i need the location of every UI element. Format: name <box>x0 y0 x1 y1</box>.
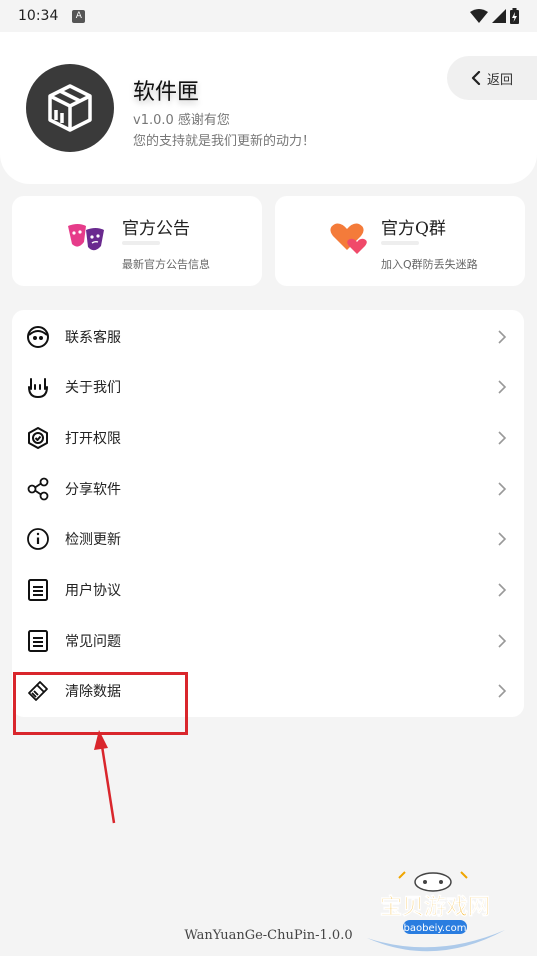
menu-item-label: 检测更新 <box>65 532 121 548</box>
box-icon <box>48 84 92 132</box>
chevron-right-icon <box>498 482 507 496</box>
menu-item-label: 分享软件 <box>65 482 121 498</box>
menu-item-user-agreement[interactable]: 用户协议 <box>12 565 524 615</box>
announcement-subtitle: 最新官方公告信息 <box>122 258 210 271</box>
status-bar: 10:34 A <box>0 0 537 32</box>
app-name: 软件匣 <box>133 80 200 105</box>
signal-icon <box>492 9 506 23</box>
menu-item-share-app[interactable]: 分享软件 <box>12 464 524 514</box>
hearts-icon <box>330 223 367 254</box>
notification-icon: A <box>72 9 86 23</box>
profile-header: 软件匣 v1.0.0 感谢有您 您的支持就是我们更新的动力！ 返回 <box>0 32 537 184</box>
menu-item-contact-support[interactable]: 联系客服 <box>12 312 524 362</box>
document-icon <box>26 578 50 602</box>
status-icons <box>470 8 519 24</box>
menu-item-label: 常见问题 <box>65 634 121 650</box>
annotation-arrow <box>94 730 116 824</box>
menu-item-open-permissions[interactable]: 打开权限 <box>12 413 524 463</box>
back-button[interactable]: 返回 <box>447 56 537 100</box>
back-label: 返回 <box>486 72 513 88</box>
menu-item-label: 关于我们 <box>65 380 121 396</box>
broom-icon <box>26 679 50 703</box>
slogan-text: 您的支持就是我们更新的动力！ <box>133 134 316 149</box>
rock-hand-icon <box>26 375 50 399</box>
settings-menu: 联系客服 关于我们 打开权限 分享软件 检测更新 用户协议 常见问题 清除数据 <box>12 310 524 717</box>
menu-item-faq[interactable]: 常见问题 <box>12 616 524 666</box>
share-icon <box>26 477 50 501</box>
menu-item-about-us[interactable]: 关于我们 <box>12 362 524 412</box>
announcement-card[interactable]: 官方公告 最新官方公告信息 <box>12 196 262 286</box>
document-icon <box>26 629 50 653</box>
shield-check-icon <box>26 426 50 450</box>
menu-item-label: 打开权限 <box>65 431 121 447</box>
qq-group-card[interactable]: 官方Q群 加入Q群防丢失迷路 <box>275 196 525 286</box>
menu-item-label: 清除数据 <box>65 684 121 700</box>
watermark-url: baobeiy.com <box>404 923 467 934</box>
face-icon <box>26 325 50 349</box>
watermark-logo: 宝贝游戏网 baobeiy.com <box>367 871 505 952</box>
menu-item-clear-data[interactable]: 清除数据 <box>12 666 524 716</box>
info-icon <box>26 527 50 551</box>
menu-item-check-update[interactable]: 检测更新 <box>12 514 524 564</box>
chevron-right-icon <box>498 684 507 698</box>
announcement-title: 官方公告 <box>122 219 190 239</box>
menu-item-label: 联系客服 <box>65 330 121 346</box>
chevron-right-icon <box>498 330 507 344</box>
chevron-left-icon <box>471 71 481 85</box>
status-time: 10:34 <box>18 8 59 24</box>
version-text: v1.0.0 感谢有您 <box>133 113 230 128</box>
chevron-right-icon <box>498 431 507 445</box>
theater-masks-icon <box>68 224 104 251</box>
qq-group-title: 官方Q群 <box>381 219 446 239</box>
chevron-right-icon <box>498 380 507 394</box>
menu-item-label: 用户协议 <box>65 583 121 599</box>
chevron-right-icon <box>498 634 507 648</box>
battery-icon <box>510 8 519 24</box>
title-underline <box>122 241 160 245</box>
qq-group-subtitle: 加入Q群防丢失迷路 <box>381 258 478 271</box>
title-underline <box>381 241 419 245</box>
chevron-right-icon <box>498 583 507 597</box>
watermark-title: 宝贝游戏网 <box>380 894 490 920</box>
chevron-right-icon <box>498 532 507 546</box>
wifi-icon <box>470 9 488 23</box>
app-avatar <box>26 64 114 152</box>
